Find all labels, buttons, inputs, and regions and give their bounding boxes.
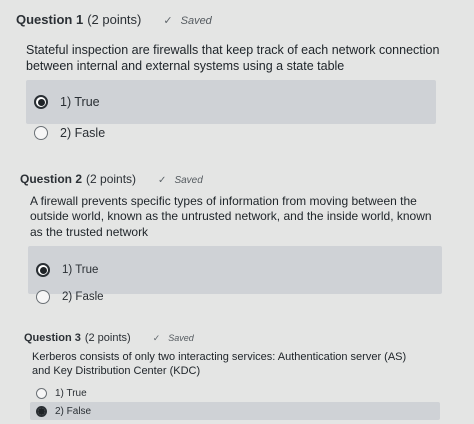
question-header: Question 3 (2 points) ✓ Saved [24,332,194,344]
check-icon: ✓ [152,333,161,343]
option-label: 2) False [55,405,92,417]
question-points: (2 points) [86,172,137,186]
option-false[interactable]: 2) False [30,402,440,420]
option-label: 1) True [62,264,99,276]
saved-status: ✓ Saved [153,333,194,344]
saved-label: Saved [180,15,212,27]
radio-icon[interactable] [36,387,47,399]
question-text: A firewall prevents specific types of in… [30,194,432,239]
radio-selected-icon[interactable] [36,263,50,277]
check-icon: ✓ [163,15,173,27]
question-title: Question 3 [24,332,81,344]
question-header: Question 2 (2 points) ✓ Saved [20,172,203,186]
option-label: 2) Fasle [60,126,106,140]
option-label: 1) True [60,95,100,109]
option-true[interactable]: 1) True [26,80,436,124]
question-text: Kerberos consists of only two interactin… [32,351,407,378]
option-label: 1) True [55,387,87,399]
question-points: (2 points) [87,12,142,27]
check-icon: ✓ [158,175,167,186]
option-label: 2) Fasle [62,291,104,303]
radio-icon[interactable] [34,126,48,140]
option-false[interactable]: 2) Fasle [28,286,442,308]
question-text: Stateful inspection are firewalls that k… [26,43,440,73]
option-true[interactable]: 1) True [30,385,230,401]
radio-icon[interactable] [36,290,50,304]
radio-selected-icon[interactable] [36,405,47,417]
saved-label: Saved [168,333,194,343]
saved-label: Saved [174,175,203,186]
question-header: Question 1 (2 points) ✓ Saved [16,12,212,27]
option-false[interactable]: 2) Fasle [26,120,436,146]
question-title: Question 2 [20,172,83,186]
question-points: (2 points) [84,332,131,344]
saved-status: ✓ Saved [163,14,211,27]
radio-selected-icon[interactable] [34,95,48,109]
question-title: Question 1 [16,12,84,27]
saved-status: ✓ Saved [158,175,203,186]
